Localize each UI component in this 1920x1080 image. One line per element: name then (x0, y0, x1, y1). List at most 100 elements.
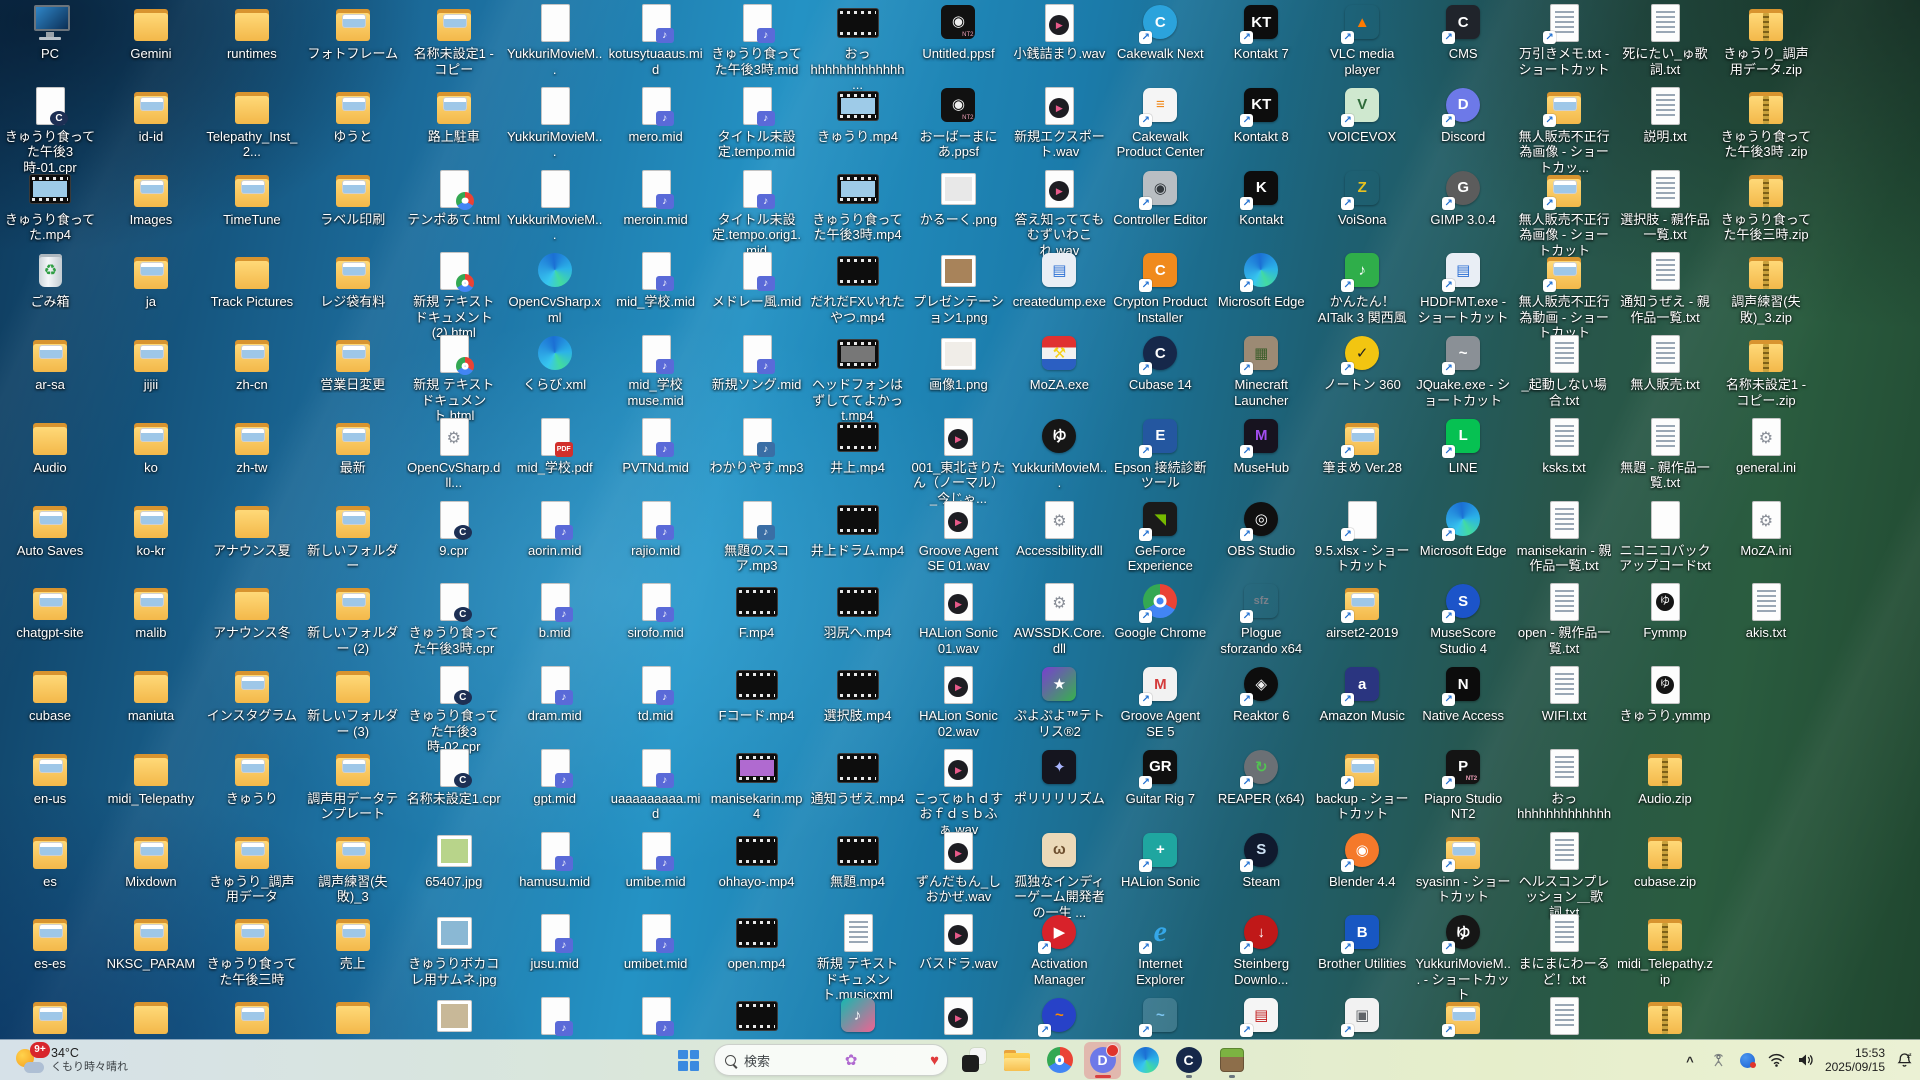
desktop-icon[interactable]: TimeTune (204, 168, 300, 228)
desktop-icon[interactable]: PC (2, 2, 98, 62)
desktop-icon[interactable]: きゅうり食ってた午後3時.mp4 (810, 168, 906, 243)
desktop-icon[interactable]: ~ ↗ JQuake.exe - ショートカット (1415, 333, 1511, 408)
desktop-icon[interactable]: ♪ (507, 995, 603, 1039)
desktop-icon[interactable]: ▤ ↗ HDDFMT.exe - ショートカット (1415, 250, 1511, 325)
desktop-icon[interactable]: ω 孤独なインディーゲーム開発者の一生 ... (1011, 830, 1107, 921)
desktop-icon[interactable]: 新規 テキスト ドキュメント (2).html (406, 250, 502, 341)
desktop-icon[interactable]: ♪ ↗ かんたん！AITalk 3 関西風 (1314, 250, 1410, 325)
desktop-icon[interactable]: 調声用データテンプレート (305, 747, 401, 822)
desktop-icon[interactable]: ↓ ↗ Steinberg Downlo... (1213, 912, 1309, 987)
desktop-icon[interactable]: 無題 - 親作品一覧.txt (1617, 416, 1713, 491)
desktop-icon[interactable]: きゅうり食ってた午後三時 (204, 912, 300, 987)
desktop-icon[interactable]: 選択肢 - 親作品一覧.txt (1617, 168, 1713, 243)
desktop-icon[interactable]: ♪ umibet.mid (608, 912, 704, 972)
minecraft-button[interactable] (1213, 1042, 1250, 1079)
desktop-icon[interactable]: ▤ ↗ (1213, 995, 1309, 1039)
desktop-icon[interactable] (2, 995, 98, 1039)
desktop-icon[interactable]: malib (103, 581, 199, 641)
desktop-icon[interactable]: ↗ Microsoft Edge (1415, 499, 1511, 559)
desktop-icon[interactable]: ♪ kotusytuaaus.mid (608, 2, 704, 77)
chrome-button[interactable] (1041, 1042, 1078, 1079)
desktop-icon[interactable]: ▶ HALion Sonic 02.wav (910, 664, 1006, 739)
desktop-icon[interactable]: 名称未設定1 - コピー.zip (1718, 333, 1814, 408)
tray-overflow-chevron-icon[interactable]: ^ (1680, 1051, 1700, 1071)
desktop-icon[interactable]: インスタグラム (204, 664, 300, 724)
desktop-icon[interactable]: ♪ mid_学校muse.mid (608, 333, 704, 408)
desktop-icon[interactable]: C ↗ Cakewalk Next (1112, 2, 1208, 62)
desktop-icon[interactable]: ♪ rajio.mid (608, 499, 704, 559)
desktop-icon[interactable]: ♪ gpt.mid (507, 747, 603, 807)
desktop-icon[interactable] (305, 995, 401, 1039)
discord-button[interactable]: D (1084, 1041, 1121, 1079)
desktop-icon[interactable]: es-es (2, 912, 98, 972)
desktop-icon[interactable]: ゆきゅうり.ymmp (1617, 664, 1713, 724)
desktop-icon[interactable]: Mixdown (103, 830, 199, 890)
desktop-icon[interactable]: YukkuriMovieM... (507, 2, 603, 77)
do-not-disturb-bell-icon[interactable]: zz (1894, 1050, 1914, 1070)
desktop-icon[interactable]: GR ↗ Guitar Rig 7 (1112, 747, 1208, 807)
desktop-icon[interactable]: きゅうり食ってた午後三時.zip (1718, 168, 1814, 243)
desktop-icon[interactable]: Telepathy_Inst_2... (204, 85, 300, 160)
desktop-icon[interactable]: sfz ↗ Plogue sforzando x64 (1213, 581, 1309, 656)
clock[interactable]: 15:53 2025/09/15 (1825, 1046, 1885, 1074)
desktop-icon[interactable]: ♪ (810, 995, 906, 1039)
desktop-icon[interactable]: 選択肢.mp4 (810, 664, 906, 724)
desktop-icon[interactable]: ↗ 万引きメモ.txt - ショートカット (1516, 2, 1612, 77)
desktop-icon[interactable]: ▣ ↗ (1314, 995, 1410, 1039)
desktop-icon[interactable]: open.mp4 (709, 912, 805, 972)
desktop-icon[interactable]: ♪ uaaaaaaaaa.mid (608, 747, 704, 822)
desktop-icon[interactable]: 売上 (305, 912, 401, 972)
desktop-icon[interactable]: manisekarin - 親作品一覧.txt (1516, 499, 1612, 574)
desktop-icon[interactable]: id-id (103, 85, 199, 145)
desktop-icon[interactable]: 画像1.png (910, 333, 1006, 393)
task-view-button[interactable] (955, 1042, 992, 1079)
desktop-icon[interactable]: Track Pictures (204, 250, 300, 310)
desktop-icon[interactable]: 死にたい_ゅ歌詞.txt (1617, 2, 1713, 77)
desktop-icon[interactable]: きゅうり食ってた午後3時 .zip (1718, 85, 1814, 160)
desktop-icon[interactable]: ▶ HALion Sonic 01.wav (910, 581, 1006, 656)
desktop-icon[interactable]: E ↗ Epson 接続診断ツール (1112, 416, 1208, 491)
desktop-icon[interactable]: jijii (103, 333, 199, 393)
desktop-icon[interactable]: ▶ バスドラ.wav (910, 912, 1006, 972)
desktop-icon[interactable]: ko (103, 416, 199, 476)
desktop-icon[interactable]: ◉ ↗ Blender 4.4 (1314, 830, 1410, 890)
desktop-icon[interactable]: _起動しない場合.txt (1516, 333, 1612, 408)
desktop-icon[interactable]: 通知うぜえ - 親作品一覧.txt (1617, 250, 1713, 325)
desktop-icon[interactable]: ~ ↗ (1011, 995, 1107, 1039)
desktop-icon[interactable]: Fコード.mp4 (709, 664, 805, 724)
desktop-icon[interactable]: 新規 テキスト ドキュメント.musicxml (810, 912, 906, 1003)
desktop-icon[interactable]: ゆ ↗ YukkuriMovieM... - ショートカット (1415, 912, 1511, 1003)
desktop-icon[interactable]: ♪ b.mid (507, 581, 603, 641)
desktop-icon[interactable]: maniuta (103, 664, 199, 724)
desktop-icon[interactable]: ↗ (1415, 995, 1511, 1039)
desktop-icon[interactable]: 井上ドラム.mp4 (810, 499, 906, 559)
desktop-icon[interactable]: ✦ ポリリリリズム (1011, 747, 1107, 807)
desktop-icon[interactable]: ◥ ↗ GeForce Experience (1112, 499, 1208, 574)
desktop-icon[interactable]: ksks.txt (1516, 416, 1612, 476)
wifi-icon[interactable] (1767, 1050, 1787, 1070)
desktop-icon[interactable]: 無人販売.txt (1617, 333, 1713, 393)
desktop-icon[interactable]: ↗ Google Chrome (1112, 581, 1208, 641)
desktop-icon[interactable]: きゅうりボカコレ用サムネ.jpg (406, 912, 502, 987)
desktop-icon[interactable]: ♪ タイトル未設定.tempo.orig1.mid (709, 168, 805, 259)
desktop-icon[interactable]: C きゅうり食ってた午後3時-02.cpr (406, 664, 502, 755)
desktop-icon[interactable]: だれだFXいれたやつ.mp4 (810, 250, 906, 325)
desktop-icon[interactable]: ゆうと (305, 85, 401, 145)
desktop-icon[interactable]: 名称未設定1 - コピー (406, 2, 502, 77)
desktop-icon[interactable]: Auto Saves (2, 499, 98, 559)
desktop-icon[interactable]: ◈ ↗ Reaktor 6 (1213, 664, 1309, 724)
desktop-icon[interactable]: ♪ きゅうり食ってた午後3時.mid (709, 2, 805, 77)
desktop-icon[interactable]: 新しいフォルダー (2) (305, 581, 401, 656)
desktop-icon[interactable]: WIFI.txt (1516, 664, 1612, 724)
desktop-icon[interactable]: 通知うぜえ.mp4 (810, 747, 906, 807)
tray-antenna-icon[interactable] (1709, 1050, 1729, 1070)
desktop-icon[interactable]: midi_Telepathy (103, 747, 199, 807)
desktop-icon[interactable]: ♪ dram.mid (507, 664, 603, 724)
desktop-icon[interactable]: ⚒ MoZA.exe (1011, 333, 1107, 393)
desktop-icon[interactable]: zh-tw (204, 416, 300, 476)
desktop-icon[interactable]: ◎ ↗ OBS Studio (1213, 499, 1309, 559)
desktop-icon[interactable]: ♪ 無題のスコア.mp3 (709, 499, 805, 574)
desktop-icon[interactable] (1516, 995, 1612, 1039)
desktop-icon[interactable]: S ↗ Steam (1213, 830, 1309, 890)
desktop-icon[interactable]: ★ ぷよぷよ™テトリス®2 (1011, 664, 1107, 739)
